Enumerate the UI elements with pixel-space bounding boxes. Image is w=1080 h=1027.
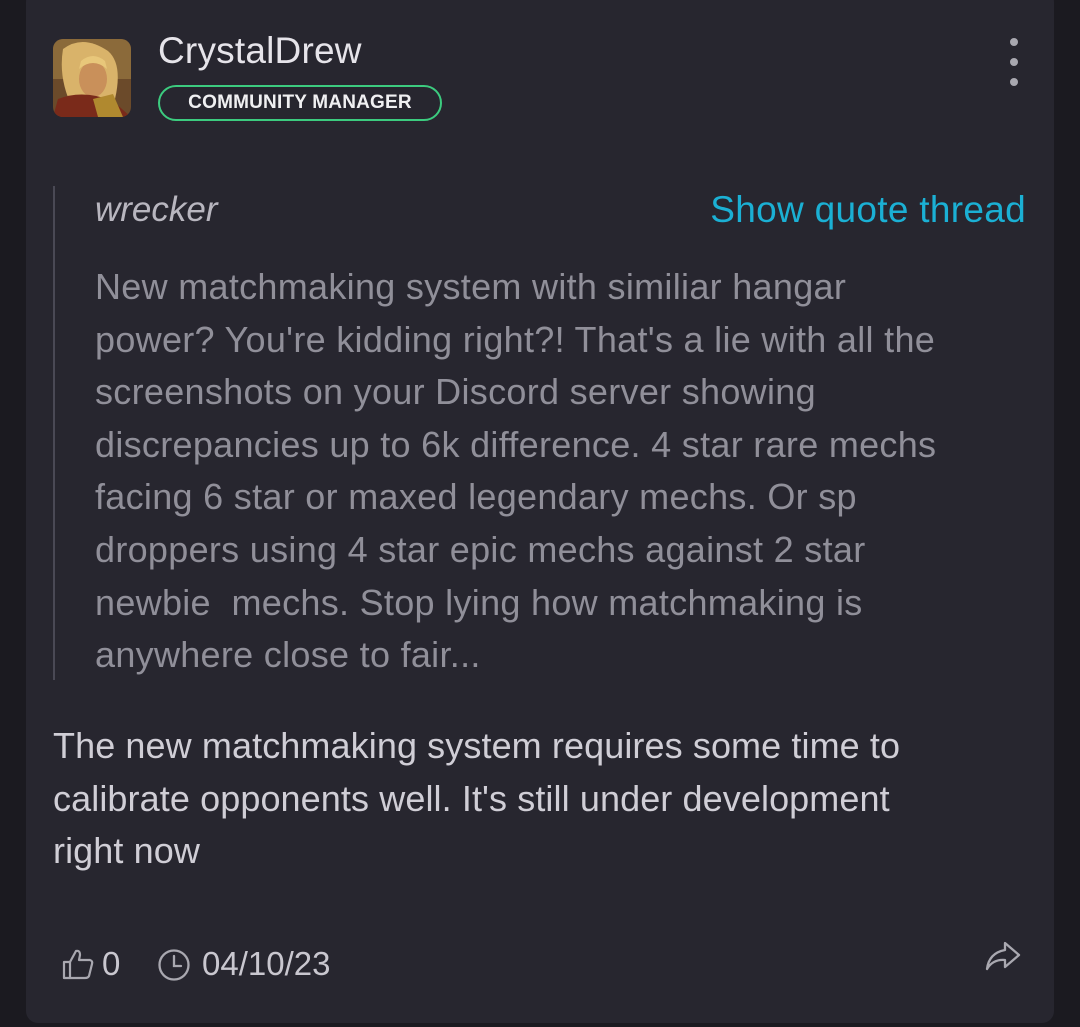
post-date-text: 04/10/23: [202, 945, 331, 982]
author-avatar[interactable]: [53, 39, 131, 117]
share-icon: [985, 941, 1021, 971]
like-button[interactable]: 0: [60, 944, 120, 984]
show-quote-thread-link[interactable]: Show quote thread: [710, 189, 1026, 231]
thumbs-up-icon: [62, 949, 94, 980]
post-body: The new matchmaking system requires some…: [53, 725, 901, 871]
like-count: 0: [102, 945, 121, 982]
clock-icon: [158, 949, 190, 981]
author-name[interactable]: CrystalDrew: [158, 30, 362, 72]
post-date: 04/10/23: [156, 944, 330, 984]
hero-avatar-icon: [53, 39, 131, 117]
share-button[interactable]: [983, 939, 1023, 975]
quote-author: wrecker: [95, 190, 218, 229]
more-options-icon[interactable]: [1001, 38, 1027, 86]
role-badge: COMMUNITY MANAGER: [158, 85, 442, 121]
quote-text: New matchmaking system with similiar han…: [95, 266, 937, 676]
